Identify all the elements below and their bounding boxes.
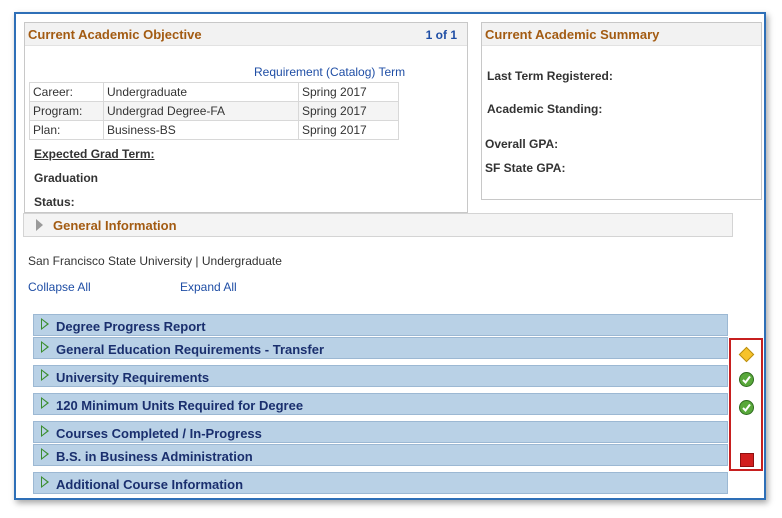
requirement-label: B.S. in Business Administration (56, 449, 253, 464)
sf-state-gpa-label: SF State GPA: (485, 161, 566, 175)
requirement-term-header: Requirement (Catalog) Term (254, 65, 406, 79)
objective-title: Current Academic Objective (28, 27, 202, 42)
requirement-label: Degree Progress Report (56, 319, 206, 334)
expand-triangle-icon (41, 425, 49, 437)
status-label: Status: (34, 195, 75, 209)
row-value-plan: Business-BS (103, 120, 299, 140)
table-row: Career: Undergraduate Spring 2017 (29, 82, 399, 102)
row-value-program: Undergrad Degree-FA (103, 101, 299, 121)
academic-objective-panel: Current Academic Objective 1 of 1 Requir… (24, 22, 468, 213)
row-label-career: Career: (29, 82, 104, 102)
academic-summary-panel: Current Academic Summary Last Term Regis… (481, 22, 762, 200)
row-term-plan: Spring 2017 (298, 120, 399, 140)
requirement-bs-business[interactable]: B.S. in Business Administration (33, 444, 728, 466)
objective-table: Career: Undergraduate Spring 2017 Progra… (29, 82, 399, 140)
expand-triangle-icon (41, 369, 49, 381)
requirement-label: General Education Requirements - Transfe… (56, 342, 325, 357)
satisfied-check-icon (739, 372, 754, 387)
expand-all-link[interactable]: Expand All (180, 280, 237, 294)
general-information-toggle[interactable]: General Information (23, 213, 733, 237)
summary-header: Current Academic Summary (482, 23, 761, 46)
requirement-additional-course-info[interactable]: Additional Course Information (33, 472, 728, 494)
requirement-label: University Requirements (56, 370, 210, 385)
general-information-label: General Information (53, 218, 177, 233)
row-value-career: Undergraduate (103, 82, 299, 102)
expand-triangle-icon (41, 476, 49, 488)
objective-pager: 1 of 1 (425, 28, 457, 42)
expected-grad-term-label: Expected Grad Term: (34, 147, 155, 161)
overall-gpa-label: Overall GPA: (485, 137, 559, 151)
row-term-program: Spring 2017 (298, 101, 399, 121)
expand-triangle-icon (41, 397, 49, 409)
table-row: Program: Undergrad Degree-FA Spring 2017 (29, 101, 399, 121)
institution-career-text: San Francisco State University | Undergr… (28, 254, 282, 268)
requirement-label: 120 Minimum Units Required for Degree (56, 398, 304, 413)
last-term-label: Last Term Registered: (487, 69, 613, 83)
collapse-all-link[interactable]: Collapse All (28, 280, 91, 294)
expand-triangle-icon (41, 318, 49, 330)
status-icons-highlight (729, 338, 763, 471)
requirement-courses-completed[interactable]: Courses Completed / In-Progress (33, 421, 728, 443)
requirement-degree-progress-report[interactable]: Degree Progress Report (33, 314, 728, 336)
advisement-report-frame: Current Academic Objective 1 of 1 Requir… (14, 12, 766, 500)
requirement-label: Courses Completed / In-Progress (56, 426, 262, 441)
expand-triangle-icon (36, 219, 43, 231)
expand-triangle-icon (41, 341, 49, 353)
satisfied-check-icon (739, 400, 754, 415)
row-term-career: Spring 2017 (298, 82, 399, 102)
summary-title: Current Academic Summary (485, 27, 660, 42)
requirement-label: Additional Course Information (56, 477, 244, 492)
academic-standing-label: Academic Standing: (487, 102, 603, 116)
graduation-label: Graduation (34, 171, 99, 185)
expand-triangle-icon (41, 448, 49, 460)
table-row: Plan: Business-BS Spring 2017 (29, 120, 399, 140)
row-label-plan: Plan: (29, 120, 104, 140)
requirement-general-education[interactable]: General Education Requirements - Transfe… (33, 337, 728, 359)
in-progress-diamond-icon (738, 346, 755, 363)
requirement-120-units[interactable]: 120 Minimum Units Required for Degree (33, 393, 728, 415)
row-label-program: Program: (29, 101, 104, 121)
objective-header: Current Academic Objective 1 of 1 (25, 23, 467, 46)
not-satisfied-square-icon (740, 453, 754, 467)
requirement-university[interactable]: University Requirements (33, 365, 728, 387)
